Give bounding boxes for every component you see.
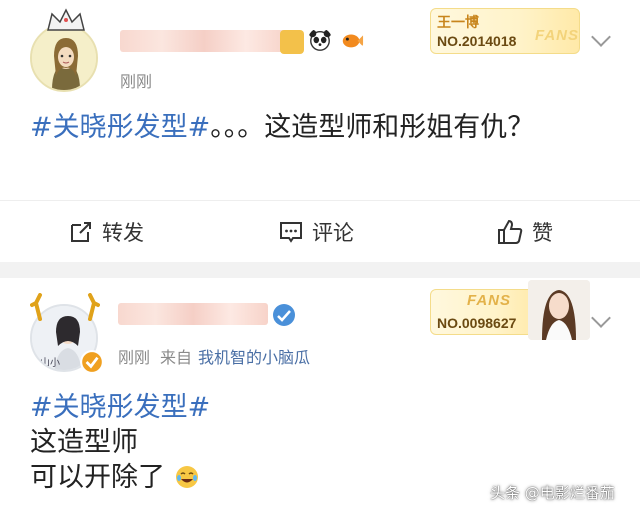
comment-icon <box>280 222 302 243</box>
post-text-line: #关晓彤发型# <box>30 390 210 426</box>
post-divider <box>0 262 640 278</box>
action-bar: 转发 评论 赞 <box>0 200 640 262</box>
member-badge-icon <box>273 304 295 326</box>
post-body: 。。。这造型师和彤姐有仇？ <box>210 112 535 143</box>
source-prefix: 来自 <box>160 348 193 367</box>
repost-icon <box>71 222 91 242</box>
watermark: 头条 @电影烂番茄 <box>490 484 615 502</box>
hashtag-link[interactable]: #关晓彤发型# <box>30 112 210 143</box>
panda-icon <box>308 29 332 51</box>
comment-button[interactable]: 评论 <box>278 217 354 247</box>
fans-badge-name: 王一博 <box>437 15 479 31</box>
weibo-post-1: 刚刚 王一博 NO.2014018 FANS #关晓彤发型#。。。这造型师和彤姐… <box>0 0 640 262</box>
svg-text:山小: 山小 <box>40 357 60 369</box>
post-text-line: 可以开除了 <box>30 460 200 496</box>
hashtag-link[interactable]: #关晓彤发型# <box>30 392 210 423</box>
post-text-line-content: 可以开除了 <box>30 462 165 493</box>
fans-badge[interactable]: FANS NO.0098627 <box>430 289 540 335</box>
goldfish-icon <box>342 34 364 48</box>
post-time: 刚刚 <box>118 348 151 367</box>
post-text-line: 这造型师 <box>30 427 138 458</box>
repost-label: 转发 <box>102 221 144 245</box>
post-meta: 刚刚 来自 我机智的小脑瓜 <box>118 344 310 368</box>
star-avatar <box>528 280 590 340</box>
comment-label: 评论 <box>312 221 354 245</box>
fans-badge-label: FANS <box>535 27 580 44</box>
like-button[interactable]: 赞 <box>496 217 553 247</box>
chevron-down-icon[interactable] <box>591 308 611 328</box>
username-blurred[interactable] <box>120 30 288 52</box>
fans-badge-number: NO.0098627 <box>437 315 517 331</box>
thumbs-up-icon <box>498 219 523 244</box>
level-icon <box>280 30 304 54</box>
chevron-down-icon[interactable] <box>591 27 611 47</box>
star-portrait <box>528 280 590 340</box>
fans-badge-label: FANS <box>467 292 512 309</box>
like-label: 赞 <box>532 221 553 245</box>
laugh-cry-emoji-icon <box>175 466 198 488</box>
source-link[interactable]: 我机智的小脑瓜 <box>198 348 310 367</box>
antlers-icon <box>30 293 100 321</box>
fans-badge[interactable]: 王一博 NO.2014018 FANS <box>430 8 580 54</box>
username-blurred[interactable] <box>118 303 268 325</box>
fans-badge-number: NO.2014018 <box>437 33 517 49</box>
repost-button[interactable]: 转发 <box>68 217 144 247</box>
crown-icon <box>47 8 85 31</box>
post-text: #关晓彤发型#。。。这造型师和彤姐有仇？ <box>30 108 610 148</box>
post-time: 刚刚 <box>120 72 153 91</box>
verified-badge-icon <box>80 350 104 374</box>
